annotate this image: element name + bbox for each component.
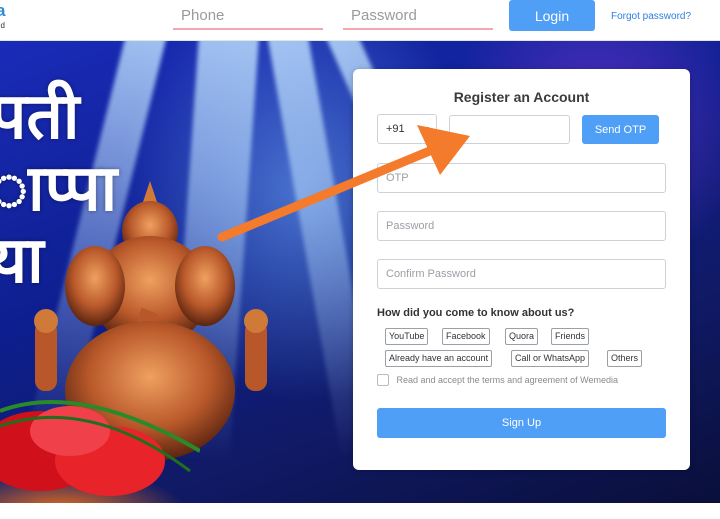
terms-label: Read and accept the terms and agreement …	[396, 375, 618, 385]
source-option-already-have-account[interactable]: Already have an account	[385, 350, 493, 367]
top-bar: a nd Login Forgot password?	[0, 0, 720, 41]
sign-up-button[interactable]: Sign Up	[377, 408, 666, 438]
login-password-input[interactable]	[343, 2, 493, 30]
logo-subtext: nd	[0, 21, 5, 30]
forgot-password-link[interactable]: Forgot password?	[611, 11, 691, 22]
source-option-facebook[interactable]: Facebook	[442, 328, 490, 345]
chevron-down-icon	[421, 127, 429, 132]
register-phone-input[interactable]	[449, 115, 570, 144]
calligraphy-line: पती	[0, 79, 80, 154]
source-option-others[interactable]: Others	[607, 350, 643, 367]
referral-question: How did you come to know about us?	[377, 307, 575, 319]
source-option-call-whatsapp[interactable]: Call or WhatsApp	[511, 350, 590, 367]
terms-checkbox[interactable]	[377, 374, 389, 386]
send-otp-button[interactable]: Send OTP	[582, 115, 659, 144]
confirm-password-input[interactable]	[377, 259, 666, 289]
country-code-select[interactable]: +91	[377, 114, 437, 144]
terms-row: Read and accept the terms and agreement …	[377, 374, 618, 386]
register-title: Register an Account	[453, 89, 590, 105]
register-card: Register an Account +91 Send OTP How did…	[353, 69, 690, 470]
source-option-quora[interactable]: Quora	[505, 328, 539, 345]
source-option-youtube[interactable]: YouTube	[385, 328, 429, 345]
red-flower-image	[0, 400, 200, 496]
page-bottom-strip	[0, 503, 720, 519]
otp-input[interactable]	[377, 163, 666, 193]
country-code-value: +91	[386, 123, 405, 135]
login-button[interactable]: Login	[509, 0, 595, 31]
logo-text: a	[0, 1, 6, 20]
register-password-input[interactable]	[377, 211, 666, 241]
source-option-friends[interactable]: Friends	[551, 328, 590, 345]
site-logo[interactable]: a nd	[0, 2, 5, 31]
login-phone-input[interactable]	[173, 2, 323, 30]
